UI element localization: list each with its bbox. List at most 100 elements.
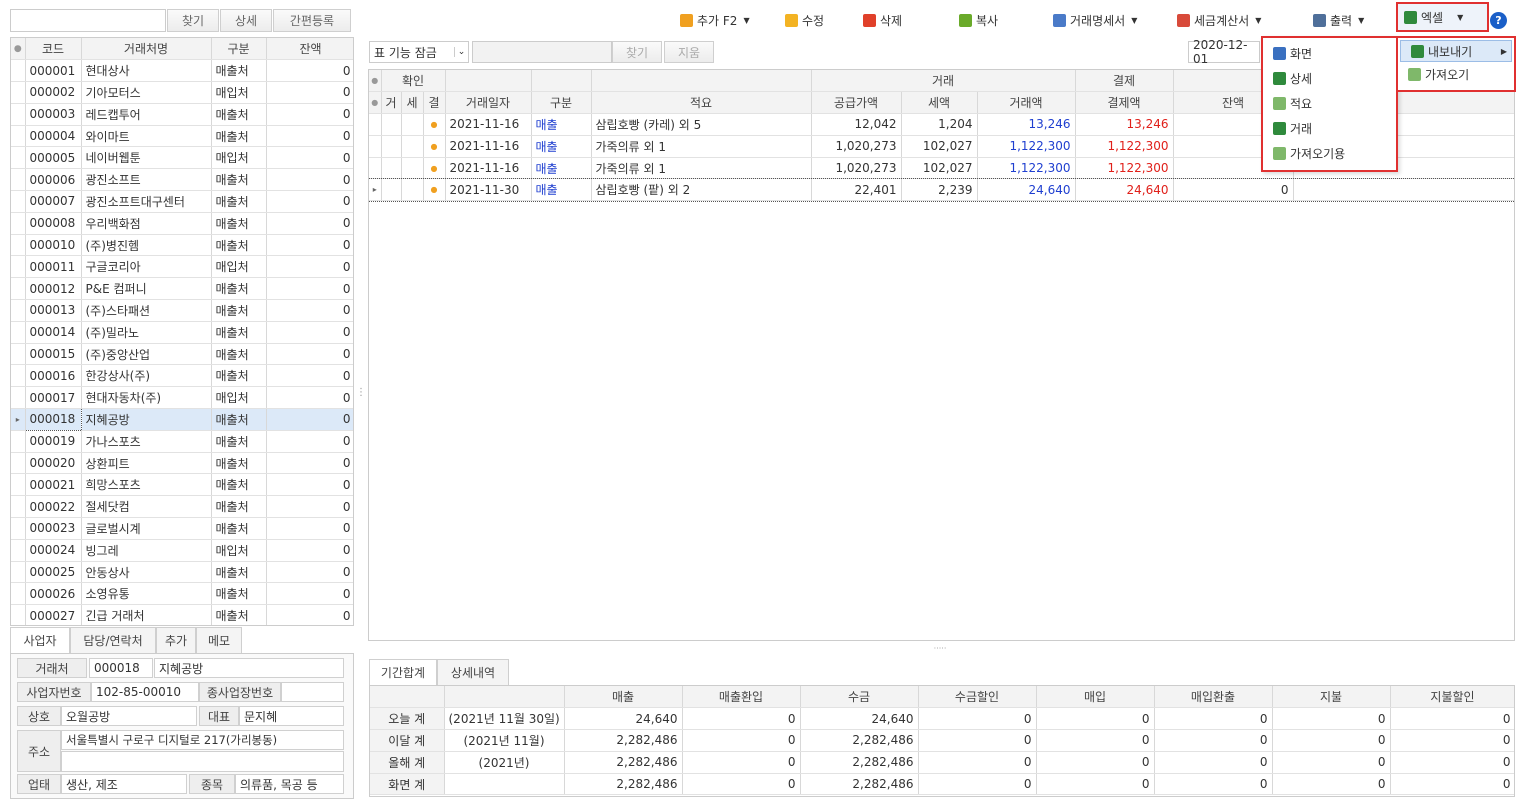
client-row[interactable]: ▸ 000018 지혜공방 매출처 0: [11, 408, 353, 431]
client-row[interactable]: 000016 한강상사(주) 매출처 0: [11, 364, 353, 388]
branch-field[interactable]: [281, 682, 344, 702]
edit-button[interactable]: 수정: [785, 9, 824, 31]
client-row[interactable]: 000015 (주)중앙산업 매출처 0: [11, 343, 353, 366]
tab-period-total[interactable]: 기간합계: [369, 659, 437, 685]
client-row[interactable]: 000012 P&E 컴퍼니 매출처 0: [11, 277, 353, 301]
col-date[interactable]: 거래일자: [445, 91, 532, 115]
row-marker: [11, 212, 26, 235]
client-code-field[interactable]: 000018: [89, 658, 153, 678]
col-pay-check[interactable]: 결: [423, 91, 446, 115]
table-lock-select[interactable]: 표 기능 잠금 ⌄: [369, 41, 469, 63]
client-row[interactable]: 000026 소영유통 매출처 0: [11, 582, 353, 606]
client-row[interactable]: 000010 (주)병진헴 매출처 0: [11, 234, 353, 257]
col-tax[interactable]: 세액: [901, 91, 978, 115]
client-row[interactable]: 000013 (주)스타패션 매출처 0: [11, 299, 353, 322]
menu-item-export[interactable]: 내보내기 ▶: [1400, 40, 1512, 62]
col-client-name[interactable]: 거래처명: [81, 38, 212, 61]
company-field[interactable]: 오월공방: [61, 706, 197, 726]
trade-check-cell[interactable]: [381, 178, 402, 202]
col-code[interactable]: 코드: [25, 38, 82, 61]
client-row[interactable]: 000001 현대상사 매출처 0: [11, 59, 353, 83]
splitter-handle[interactable]: ⋮: [356, 388, 366, 414]
copy-button[interactable]: 복사: [959, 9, 998, 31]
col-trade-check[interactable]: 거: [381, 91, 402, 115]
client-row[interactable]: 000005 네이버웹툰 매입처 0: [11, 146, 353, 170]
client-row[interactable]: 000011 구글코리아 매입처 0: [11, 255, 353, 279]
ceo-field[interactable]: 문지혜: [239, 706, 344, 726]
client-row[interactable]: 000023 글로벌시계 매출처 0: [11, 517, 353, 540]
tax-check-cell[interactable]: [401, 113, 424, 136]
left-search-input[interactable]: [10, 9, 166, 32]
paid-cell: 13,246: [1075, 113, 1174, 136]
client-balance-cell: 0: [266, 364, 353, 388]
filter-search-input[interactable]: [472, 41, 612, 63]
client-row[interactable]: 000008 우리백화점 매출처 0: [11, 212, 353, 235]
client-row[interactable]: 000024 빙그레 매입처 0: [11, 539, 353, 562]
copy-label: 복사: [976, 13, 999, 28]
trade-check-cell[interactable]: [381, 157, 402, 180]
statement-button[interactable]: 거래명세서 ▼: [1053, 9, 1137, 31]
add-button[interactable]: 추가 F2 ▼: [680, 9, 750, 31]
tax-check-cell[interactable]: [401, 135, 424, 158]
start-date-field[interactable]: 2020-12-01: [1188, 38, 1260, 66]
menu-item-import-format[interactable]: 가져오기용: [1263, 141, 1396, 166]
filter-search-button[interactable]: 찾기: [612, 41, 662, 63]
client-row[interactable]: 000017 현대자동차(주) 매입처 0: [11, 386, 353, 410]
tab-contact[interactable]: 담당/연락처: [70, 627, 156, 653]
biz-type-field[interactable]: 생산, 제조: [61, 774, 187, 794]
col-supply[interactable]: 공급가액: [811, 91, 902, 115]
tab-memo[interactable]: 메모: [196, 627, 242, 653]
filter-clear-button[interactable]: 지움: [664, 41, 714, 63]
menu-item-screen[interactable]: 화면: [1263, 41, 1396, 66]
client-code-cell: 000016: [25, 364, 82, 388]
left-detail-button[interactable]: 상세: [220, 9, 272, 32]
client-row[interactable]: 000002 기아모터스 매입처 0: [11, 81, 353, 104]
client-row[interactable]: 000021 희망스포츠 매출처 0: [11, 473, 353, 497]
left-search-button[interactable]: 찾기: [167, 9, 219, 32]
col-tax-check[interactable]: 세: [401, 91, 424, 115]
col-paid[interactable]: 결제액: [1075, 91, 1174, 115]
tax-check-cell[interactable]: [401, 178, 424, 202]
tab-additional[interactable]: 추가: [156, 627, 196, 653]
transaction-row[interactable]: ▸ ● 2021-11-30 매출 삼립호빵 (팥) 외 2 22,401 2,239 24,…: [369, 177, 1514, 202]
client-row[interactable]: 000004 와이마트 매출처 0: [11, 125, 353, 148]
trade-check-cell[interactable]: [381, 135, 402, 158]
tab-details[interactable]: 상세내역: [437, 659, 509, 685]
client-row[interactable]: 000007 광진소프트대구센터 매출처 0: [11, 190, 353, 213]
client-name-field[interactable]: 지혜공방: [154, 658, 344, 678]
biz-item-field[interactable]: 의류품, 목공 등: [235, 774, 344, 794]
col-type[interactable]: 구분: [211, 38, 267, 61]
client-row[interactable]: 000022 절세닷컴 매출처 0: [11, 495, 353, 519]
tax-invoice-button[interactable]: 세금계산서 ▼: [1177, 9, 1261, 31]
summary-value-cell: 0: [1154, 729, 1273, 752]
biz-no-field[interactable]: 102-85-00010: [91, 682, 199, 702]
menu-label: 적요: [1290, 97, 1313, 111]
col-category[interactable]: 구분: [531, 91, 592, 115]
document-search-icon: [1273, 72, 1286, 85]
excel-button[interactable]: 엑셀 ▼: [1396, 2, 1489, 32]
menu-item-trade[interactable]: 거래: [1263, 116, 1396, 141]
menu-item-memo[interactable]: 적요: [1263, 91, 1396, 116]
client-row[interactable]: 000006 광진소프트 매출처 0: [11, 168, 353, 192]
help-icon[interactable]: ?: [1490, 12, 1507, 29]
menu-item-detail[interactable]: 상세: [1263, 66, 1396, 91]
client-row[interactable]: 000020 상환피트 매출처 0: [11, 452, 353, 475]
col-amount[interactable]: 거래액: [977, 91, 1076, 115]
client-row[interactable]: 000027 긴급 거래처 매출처 0: [11, 604, 353, 625]
quick-register-button[interactable]: 간편등록: [273, 9, 351, 32]
tab-business[interactable]: 사업자: [10, 627, 70, 653]
address-field[interactable]: 서울특별시 구로구 디지털로 217(가리봉동): [61, 730, 344, 750]
col-balance[interactable]: 잔액: [266, 38, 353, 61]
col-memo[interactable]: 적요: [591, 91, 812, 115]
splitter-dots[interactable]: ·····: [930, 644, 950, 654]
client-row[interactable]: 000014 (주)밀라노 매출처 0: [11, 321, 353, 344]
print-button[interactable]: 출력 ▼: [1313, 9, 1364, 31]
tax-check-cell[interactable]: [401, 157, 424, 180]
client-row[interactable]: 000019 가나스포츠 매출처 0: [11, 430, 353, 453]
menu-item-import[interactable]: 가져오기: [1398, 62, 1514, 86]
delete-button[interactable]: 삭제: [863, 9, 902, 31]
client-row[interactable]: 000025 안동상사 매출처 0: [11, 561, 353, 584]
trade-check-cell[interactable]: [381, 113, 402, 136]
client-row[interactable]: 000003 레드캡투어 매출처 0: [11, 103, 353, 126]
address-detail-field[interactable]: [61, 751, 344, 772]
